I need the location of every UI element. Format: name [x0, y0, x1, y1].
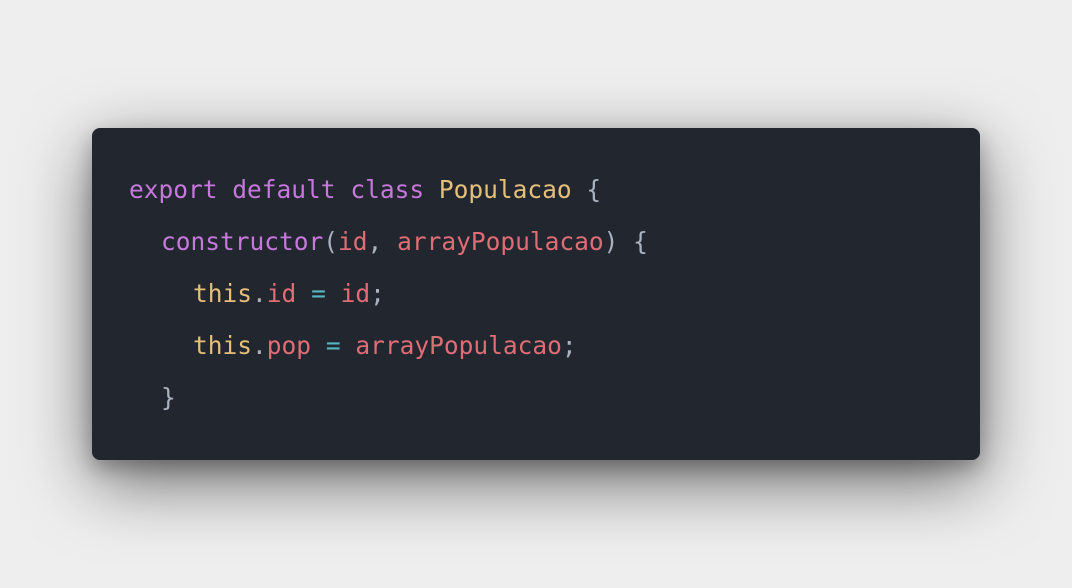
open-brace: {	[586, 175, 602, 204]
property-pop: pop	[266, 331, 312, 360]
code-line-3: this.id = id;	[129, 268, 943, 320]
assignment-operator: =	[311, 279, 326, 308]
code-line-2: constructor(id, arrayPopulacao) {	[129, 216, 943, 268]
dot: .	[252, 331, 267, 360]
open-paren: (	[323, 227, 339, 256]
semicolon: ;	[561, 331, 577, 360]
param-id: id	[338, 227, 368, 256]
comma: ,	[367, 227, 383, 256]
keyword-class: class	[350, 175, 425, 204]
value-array-populacao: arrayPopulacao	[355, 331, 562, 360]
code-line-1: export default class Populacao {	[129, 164, 943, 216]
keyword-export: export	[129, 175, 218, 204]
property-id: id	[266, 279, 297, 308]
code-line-4: this.pop = arrayPopulacao;	[129, 320, 943, 372]
close-brace: }	[161, 383, 176, 412]
assignment-operator: =	[325, 331, 341, 360]
param-array-populacao: arrayPopulacao	[397, 227, 604, 256]
keyword-this: this	[193, 279, 253, 308]
open-brace: {	[633, 227, 648, 256]
close-paren: )	[603, 227, 619, 256]
semicolon: ;	[370, 279, 385, 308]
class-name: Populacao	[438, 175, 572, 204]
keyword-constructor: constructor	[161, 227, 324, 256]
dot: .	[252, 279, 267, 308]
keyword-this: this	[193, 331, 253, 360]
code-block: export default class Populacao {construc…	[129, 164, 943, 424]
code-line-5: }	[129, 372, 943, 424]
value-id: id	[340, 279, 371, 308]
keyword-default: default	[232, 175, 336, 204]
code-snippet-window: export default class Populacao {construc…	[92, 128, 980, 460]
